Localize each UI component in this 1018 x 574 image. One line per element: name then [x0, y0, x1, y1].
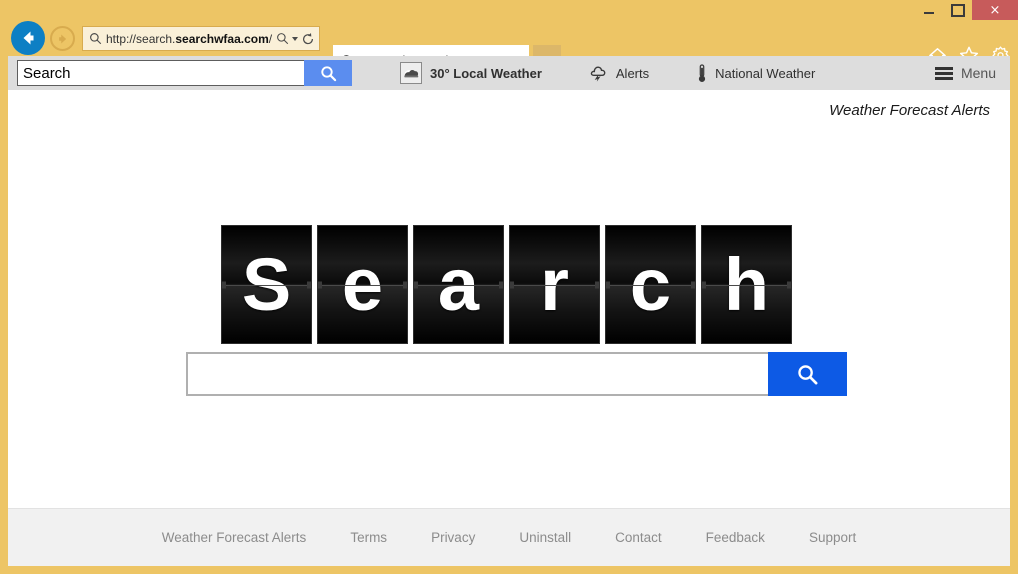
tile-hinge-right: [499, 281, 503, 288]
maximize-button[interactable]: [943, 0, 972, 20]
logo-tile: e: [317, 225, 408, 344]
hamburger-icon: [934, 66, 953, 80]
alert-cloud-icon: [590, 66, 606, 82]
back-arrow-icon: [23, 31, 34, 45]
forward-arrow-icon: [58, 33, 66, 44]
tile-split-line: [606, 284, 695, 286]
maximize-icon: [950, 3, 965, 17]
tile-hinge-right: [787, 281, 791, 288]
magnifier-icon: [90, 33, 102, 45]
logo-tile: r: [509, 225, 600, 344]
address-bar[interactable]: http://search.searchwfaa.com/: [82, 26, 320, 51]
toolbar-item-national-weather[interactable]: National Weather: [697, 56, 815, 90]
tile-split-line: [222, 284, 311, 286]
forward-button[interactable]: [50, 26, 75, 51]
tile-hinge-left: [318, 281, 322, 288]
tile-split-line: [702, 284, 791, 286]
main-search-input[interactable]: [186, 352, 768, 396]
footer-link-contact[interactable]: Contact: [615, 530, 662, 545]
page-weather-forecast-alerts-link[interactable]: Weather Forecast Alerts: [829, 102, 990, 119]
toolbar-search-input[interactable]: [17, 60, 304, 86]
tile-hinge-left: [606, 281, 610, 288]
tile-hinge-left: [222, 281, 226, 288]
page-content: Weather Forecast Alerts S e a r c h Weat…: [8, 90, 1010, 566]
magnifier-icon: [798, 364, 818, 384]
main-search-button[interactable]: [768, 352, 847, 396]
tile-hinge-right: [307, 281, 311, 288]
title-bar: ×: [0, 0, 1018, 20]
cloud-icon: [400, 62, 422, 84]
footer-link-privacy[interactable]: Privacy: [431, 530, 475, 545]
address-url-text: http://search.searchwfaa.com/: [106, 31, 273, 46]
address-bar-tools: [276, 32, 315, 46]
toolbar-item-label: Alerts: [615, 65, 650, 81]
search-logo: S e a r c h: [221, 225, 792, 344]
toolbar-item-local-weather[interactable]: 30° Local Weather: [400, 56, 542, 90]
footer-link-support[interactable]: Support: [809, 530, 856, 545]
refresh-icon[interactable]: [301, 32, 315, 46]
back-button[interactable]: [11, 21, 45, 55]
footer-link-weather-forecast-alerts[interactable]: Weather Forecast Alerts: [162, 530, 307, 545]
minimize-button[interactable]: [914, 0, 943, 20]
minimize-icon: [923, 12, 934, 14]
logo-tile: S: [221, 225, 312, 344]
page-footer: Weather Forecast Alerts Terms Privacy Un…: [8, 508, 1010, 566]
tile-hinge-left: [414, 281, 418, 288]
magnifier-icon: [320, 65, 336, 81]
toolbar-menu-label: Menu: [960, 65, 996, 81]
footer-link-feedback[interactable]: Feedback: [706, 530, 765, 545]
tile-hinge-right: [691, 281, 695, 288]
tile-hinge-right: [595, 281, 599, 288]
tile-split-line: [414, 284, 503, 286]
logo-tile: h: [701, 225, 792, 344]
toolbar-item-label: National Weather: [715, 65, 816, 81]
toolbar-item-label: 30° Local Weather: [430, 65, 542, 81]
tile-hinge-left: [510, 281, 514, 288]
footer-link-terms[interactable]: Terms: [350, 530, 387, 545]
browser-window: × http://search.searchwfaa.com/ Search 3…: [0, 0, 1018, 574]
toolbar-item-alerts[interactable]: Alerts: [590, 56, 649, 90]
footer-link-uninstall[interactable]: Uninstall: [519, 530, 571, 545]
logo-tile: c: [605, 225, 696, 344]
search-in-page-icon[interactable]: [276, 32, 289, 45]
searchwfaa-toolbar: 30° Local Weather Alerts National Weathe…: [8, 56, 1010, 90]
tile-hinge-left: [702, 281, 706, 288]
close-icon: ×: [989, 2, 1001, 18]
logo-tile: a: [413, 225, 504, 344]
thermometer-icon: [698, 63, 706, 82]
tile-split-line: [318, 284, 407, 286]
navigation-bar: http://search.searchwfaa.com/ New Tab Se…: [0, 20, 1018, 76]
toolbar-search-group: [17, 60, 352, 86]
footer-links: Weather Forecast Alerts Terms Privacy Un…: [162, 530, 856, 545]
main-search-group: [186, 352, 847, 396]
tile-hinge-right: [403, 281, 407, 288]
toolbar-menu-button[interactable]: Menu: [934, 56, 996, 90]
tile-split-line: [510, 284, 599, 286]
window-controls: ×: [914, 0, 1018, 20]
chevron-down-icon[interactable]: [292, 36, 298, 41]
toolbar-search-button[interactable]: [304, 60, 352, 86]
close-button[interactable]: ×: [972, 0, 1018, 20]
